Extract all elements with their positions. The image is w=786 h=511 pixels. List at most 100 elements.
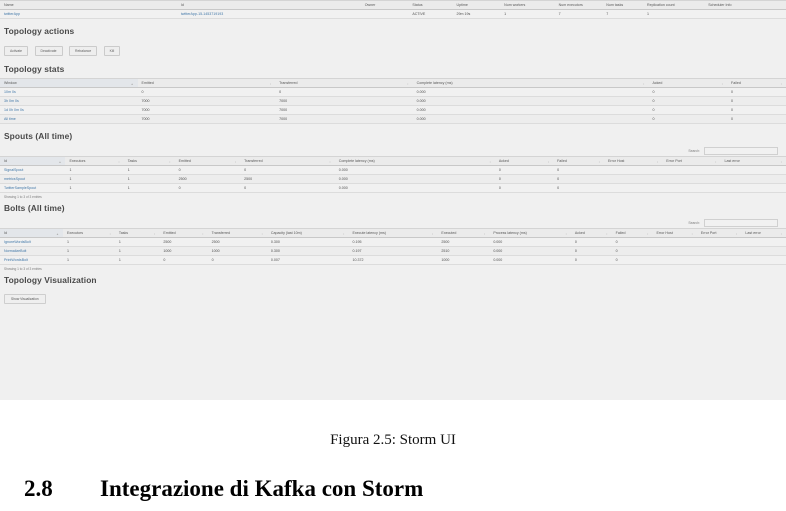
col-error-host[interactable]: Error Host ↕	[604, 156, 663, 166]
col-transferred[interactable]: Transferred ↕	[275, 78, 413, 88]
col-tasks[interactable]: Tasks ↕	[123, 156, 175, 166]
cell-window[interactable]: All time	[0, 114, 138, 124]
activate-button[interactable]: Activate	[4, 46, 29, 56]
cell-error-host	[604, 165, 663, 175]
col-complete-latency[interactable]: Complete latency (ms) ↕	[412, 78, 649, 88]
col-failed[interactable]: Failed ↕	[553, 156, 605, 166]
col-capacity[interactable]: Capacity (last 10m) ↕	[266, 228, 349, 238]
show-visualization-button[interactable]: Show Visualization	[4, 294, 46, 304]
sort-icon: ↕	[407, 82, 409, 86]
col-last-error[interactable]: Last error ↕	[741, 228, 786, 238]
table-row: 1d 0h 0m 0s 7000 7000 0.000 0 0	[0, 105, 786, 115]
col-failed[interactable]: Failed ↕	[727, 78, 786, 88]
table-row: SignalSpout 1 1 0 0 0.000 0 0	[0, 165, 786, 175]
section-heading: 2.8 Integrazione di Kafka con Storm	[24, 476, 764, 502]
cell-error-port	[696, 255, 742, 265]
col-id[interactable]: Id ▲	[0, 156, 66, 166]
cell-bolt-id[interactable]: PrintWordsBolt	[0, 255, 64, 265]
col-acked[interactable]: Acked ↕	[494, 156, 554, 166]
cell-failed: 0	[727, 105, 786, 115]
table-header-row: Window ▲ Emitted ↕ Transferred ↕ Complete l…	[0, 78, 786, 88]
col-emitted[interactable]: Emitted ↕	[174, 156, 241, 166]
col-execute-latency[interactable]: Execute latency (ms) ↕	[348, 228, 438, 238]
col-emitted[interactable]: Emitted ↕	[159, 228, 208, 238]
cell-last-error	[720, 165, 786, 175]
cell-error-port	[662, 174, 721, 184]
col-id[interactable]: Id	[176, 0, 361, 10]
bolts-search-input[interactable]	[704, 219, 778, 227]
sort-icon: ↕	[483, 232, 486, 236]
cell-spout-id[interactable]: TwitterSampleSpout	[0, 183, 66, 193]
table-header-row: Name Id Owner Status Uptime Num workers …	[0, 0, 786, 10]
cell-executors: 1	[65, 183, 124, 193]
cell-spout-id[interactable]: SignalSpout	[0, 165, 66, 175]
cell-acked: 0	[570, 246, 612, 256]
col-executors[interactable]: Executors ↕	[65, 156, 124, 166]
figure-caption: Figura 2.5: Storm UI	[330, 432, 456, 448]
table-row: IgnoreWordsBolt 1 1 2500 2500 0.300 0.19…	[0, 237, 786, 247]
col-num-tasks[interactable]: Num tasks	[602, 0, 644, 10]
cell-topology-id[interactable]: twitterApp-15-1453719193	[176, 9, 361, 19]
col-name[interactable]: Name	[0, 0, 177, 10]
col-emitted[interactable]: Emitted ↕	[137, 78, 276, 88]
cell-executors: 1	[65, 165, 124, 175]
deactivate-button[interactable]: Deactivate	[34, 46, 63, 56]
col-num-workers[interactable]: Num workers	[500, 0, 555, 10]
col-error-port[interactable]: Error Port ↕	[662, 156, 721, 166]
col-scheduler-info[interactable]: Scheduler Info	[704, 0, 786, 10]
bolts-title: Bolts (All time)	[4, 203, 65, 213]
cell-window[interactable]: 1d 0h 0m 0s	[0, 105, 138, 115]
cell-window[interactable]: 10m 0s	[0, 87, 138, 97]
col-executors[interactable]: Executors ↕	[63, 228, 115, 238]
kill-button[interactable]: Kill	[103, 46, 121, 56]
cell-last-error	[720, 183, 786, 193]
spouts-search-input[interactable]	[704, 147, 778, 155]
sort-icon: ↕	[735, 232, 738, 236]
cell-emitted: 0	[174, 183, 241, 193]
col-process-latency[interactable]: Process latency (ms) ↕	[489, 228, 571, 238]
cell-num-workers: 1	[500, 9, 555, 19]
col-transferred[interactable]: Transferred ↕	[240, 156, 335, 166]
col-owner[interactable]: Owner	[360, 0, 409, 10]
topology-visualization-title: Topology Visualization	[4, 275, 97, 285]
col-num-executors[interactable]: Num executors	[554, 0, 603, 10]
col-status[interactable]: Status	[408, 0, 453, 10]
col-error-port[interactable]: Error Port ↕	[696, 228, 742, 238]
col-acked[interactable]: Acked ↕	[648, 78, 728, 88]
cell-failed: 0	[611, 246, 653, 256]
col-window[interactable]: Window ▲	[0, 78, 138, 88]
sort-icon: ↕	[598, 160, 601, 164]
cell-acked: 0	[648, 96, 728, 106]
col-uptime[interactable]: Uptime	[452, 0, 501, 10]
cell-last-error	[720, 174, 786, 184]
col-transferred[interactable]: Transferred ↕	[207, 228, 267, 238]
table-header-row: Id ▲ Executors ↕ Tasks ↕ Emitted ↕ Transferr…	[0, 228, 786, 238]
cell-owner	[360, 9, 409, 19]
cell-transferred: 2500	[207, 237, 267, 247]
cell-topology-name[interactable]: twitterApp	[0, 9, 177, 19]
topology-actions-title: Topology actions	[4, 26, 75, 36]
rebalance-button[interactable]: Rebalance	[69, 46, 98, 56]
col-last-error[interactable]: Last error ↕	[720, 156, 786, 166]
cell-spout-id[interactable]: metricsSpout	[0, 174, 66, 184]
cell-process-latency: 0.000	[489, 246, 571, 256]
col-failed[interactable]: Failed ↕	[611, 228, 653, 238]
bolts-search-label: Search:	[688, 220, 701, 225]
sort-asc-icon: ▲	[56, 232, 60, 236]
sort-icon: ↕	[489, 160, 491, 164]
cell-bolt-id[interactable]: NormalizeBolt	[0, 246, 64, 256]
cell-window[interactable]: 3h 0m 0s	[0, 96, 138, 106]
cell-bolt-id[interactable]: IgnoreWordsBolt	[0, 237, 64, 247]
col-error-host[interactable]: Error Host ↕	[652, 228, 697, 238]
col-complete-latency[interactable]: Complete latency (ms) ↕	[334, 156, 495, 166]
cell-status: ACTIVE	[408, 9, 453, 19]
sort-icon: ↕	[646, 232, 649, 236]
col-acked[interactable]: Acked ↕	[570, 228, 612, 238]
cell-emitted: 0	[137, 87, 276, 97]
col-replication-count[interactable]: Replication count	[643, 0, 705, 10]
cell-complete-latency: 0.000	[412, 114, 649, 124]
col-executed[interactable]: Executed ↕	[437, 228, 490, 238]
cell-tasks: 1	[123, 183, 175, 193]
col-tasks[interactable]: Tasks ↕	[114, 228, 160, 238]
col-id[interactable]: Id ▲	[0, 228, 64, 238]
